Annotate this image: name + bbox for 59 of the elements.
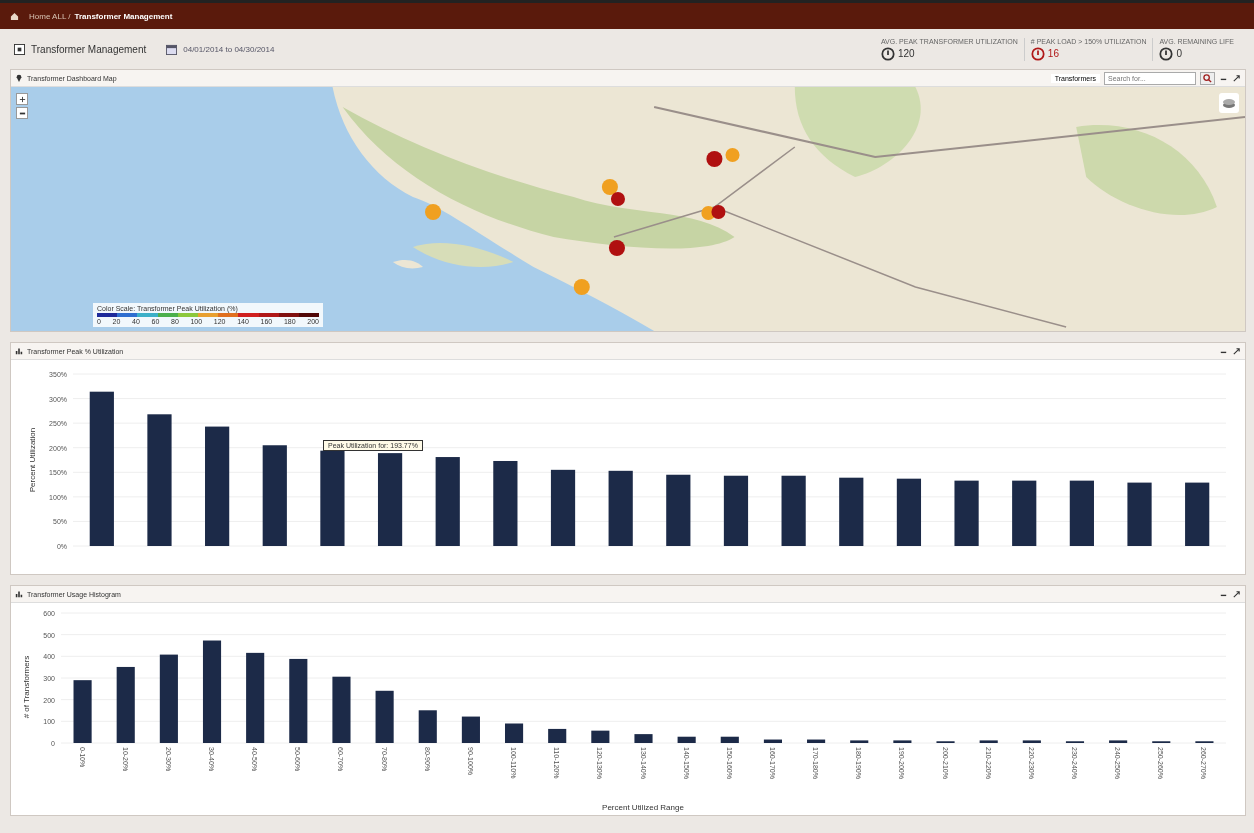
bar[interactable] bbox=[435, 457, 460, 546]
expand-icon[interactable] bbox=[1232, 589, 1241, 599]
plus-icon bbox=[18, 95, 26, 103]
dashboard-icon bbox=[14, 43, 25, 55]
bar[interactable] bbox=[205, 426, 230, 546]
axis-title: Percent Utilized Range bbox=[602, 803, 684, 812]
bar[interactable] bbox=[850, 740, 869, 743]
bar[interactable] bbox=[159, 654, 178, 743]
search-icon bbox=[1203, 73, 1212, 83]
calendar-icon[interactable] bbox=[166, 43, 178, 55]
search-button[interactable] bbox=[1200, 71, 1215, 85]
bar[interactable] bbox=[720, 736, 739, 743]
bar[interactable] bbox=[89, 391, 114, 546]
bar[interactable] bbox=[979, 740, 998, 743]
chart-icon bbox=[15, 347, 23, 355]
breadcrumb-current: Transformer Management bbox=[74, 11, 173, 21]
page-title: Transformer Management bbox=[31, 43, 147, 55]
bar[interactable] bbox=[591, 730, 610, 743]
zoom-in-button[interactable] bbox=[16, 93, 28, 105]
bar[interactable] bbox=[246, 652, 265, 743]
bar[interactable] bbox=[550, 469, 576, 546]
bar[interactable] bbox=[505, 723, 524, 743]
kpi-value: 120 bbox=[897, 48, 915, 59]
bar[interactable] bbox=[763, 739, 782, 743]
bar[interactable] bbox=[289, 658, 308, 743]
bar[interactable] bbox=[1069, 480, 1094, 546]
bar[interactable] bbox=[262, 445, 287, 546]
layers-icon[interactable] bbox=[1219, 93, 1239, 113]
zoom-out-button[interactable] bbox=[16, 107, 28, 119]
bar[interactable] bbox=[677, 736, 696, 743]
expand-icon[interactable] bbox=[1232, 73, 1241, 83]
date-range[interactable]: 04/01/2014 to 04/30/2014 bbox=[183, 44, 275, 54]
expand-icon[interactable] bbox=[1232, 346, 1241, 356]
bar[interactable] bbox=[839, 477, 864, 546]
bar[interactable] bbox=[1012, 480, 1037, 546]
bar[interactable] bbox=[896, 478, 922, 546]
chart-icon bbox=[15, 590, 23, 598]
bar[interactable] bbox=[1022, 740, 1041, 743]
pin-icon bbox=[15, 74, 23, 82]
bar[interactable] bbox=[461, 716, 480, 743]
bar[interactable] bbox=[1109, 740, 1128, 743]
bar[interactable] bbox=[1185, 482, 1210, 546]
bar[interactable] bbox=[893, 740, 912, 743]
axis-title: Percent Utilization bbox=[28, 427, 37, 493]
bar[interactable] bbox=[666, 474, 691, 546]
axis-title: # of Transformers bbox=[22, 655, 31, 719]
kpi-value: 16 bbox=[1047, 48, 1059, 59]
home-icon[interactable] bbox=[10, 11, 19, 21]
kpi-value: 0 bbox=[1176, 48, 1182, 59]
bar[interactable] bbox=[548, 728, 567, 743]
bar[interactable] bbox=[608, 470, 633, 546]
breadcrumb-link[interactable]: Home ALL / bbox=[29, 11, 71, 21]
bar[interactable] bbox=[202, 640, 222, 743]
bar[interactable] bbox=[807, 739, 826, 743]
bar[interactable] bbox=[116, 666, 135, 743]
bar[interactable] bbox=[375, 690, 394, 743]
bar[interactable] bbox=[418, 710, 437, 743]
bar[interactable] bbox=[723, 475, 749, 546]
bar[interactable] bbox=[377, 453, 403, 546]
